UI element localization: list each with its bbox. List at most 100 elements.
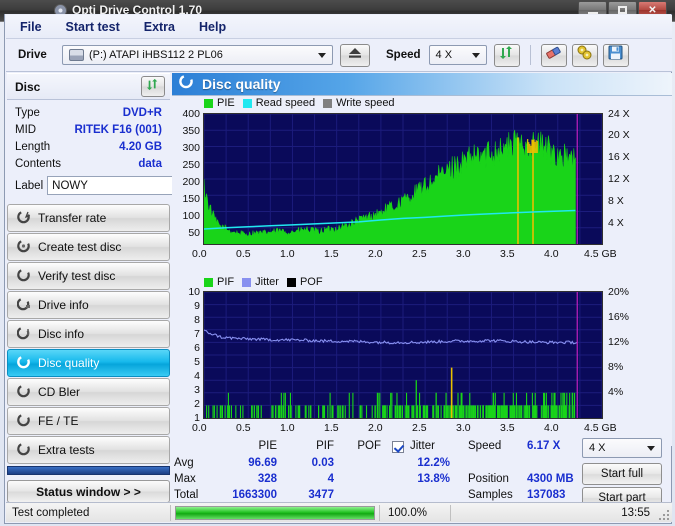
stats-total-pif: 3477: [282, 489, 334, 501]
stats-max-pie: 328: [217, 473, 277, 485]
pie-ytick: 350: [173, 125, 200, 137]
disc-extra-icon-svg: [17, 442, 31, 456]
save-button[interactable]: [603, 44, 629, 67]
pie-xtick: 2.5: [412, 248, 427, 260]
status-window-button[interactable]: Status window > >: [7, 480, 170, 503]
disc-panel-header: Disc: [7, 73, 170, 100]
stats-max-jitter: 13.8%: [400, 473, 450, 485]
pif-xtick: 3.5: [500, 422, 515, 434]
drive-info-icon-svg: [17, 297, 31, 311]
test-speed-value: 4 X: [589, 442, 606, 454]
pie-xtick: 3.0: [456, 248, 471, 260]
pif-ytick-right: 16%: [608, 311, 629, 323]
pie-xtick: 1.0: [280, 248, 295, 260]
pif-ytick-right: 12%: [608, 336, 629, 348]
nav-bottom-divider: [7, 466, 170, 475]
start-full-button[interactable]: Start full: [582, 463, 662, 485]
eraser-icon: [545, 46, 562, 65]
resize-grip[interactable]: [657, 508, 669, 520]
drive-select-value: (P:) ATAPI iHBS112 2 PL06: [89, 49, 223, 61]
screen: Zapisywanie jako Ukryj foldery Opti Driv…: [0, 0, 675, 526]
disc-label-key: Label: [15, 180, 43, 192]
pif-xtick: 0.5: [236, 422, 251, 434]
drive-toolbar: Drive (P:) ATAPI iHBS112 2 PL06 Speed 4 …: [6, 39, 672, 72]
progress-percent: 100.0%: [380, 504, 450, 522]
disc-extra-icon: [17, 442, 31, 459]
sidebar-item-label: Disc info: [38, 327, 84, 341]
status-bar: Test completed 100.0% 13:55: [6, 502, 672, 522]
pif-xtick: 2.5: [412, 422, 427, 434]
status-message: Test completed: [6, 504, 170, 522]
stats-row-label-max: Max: [174, 473, 196, 485]
sidebar-item-label: Extra tests: [38, 443, 95, 457]
disc-info-value: DVD+R: [123, 107, 162, 119]
disc-bler-icon-svg: [17, 384, 31, 398]
disc-info-row-mid: MID RITEK F16 (001): [15, 121, 162, 138]
pif-ytick: 10: [173, 286, 200, 298]
pie-ytick: 300: [173, 142, 200, 154]
sidebar-item-disc-info[interactable]: Disc info: [7, 320, 170, 348]
stats-header-jitter: Jitter: [410, 440, 435, 452]
pie-ytick: 200: [173, 176, 200, 188]
pie-plot-area[interactable]: [203, 113, 603, 245]
legend-label-pif: PIF: [217, 276, 234, 288]
panel-header: Disc quality: [172, 73, 672, 96]
chevron-down-icon: [647, 446, 655, 451]
disc-info-row-type: Type DVD+R: [15, 104, 162, 121]
sidebar-item-fe-te[interactable]: FE / TE: [7, 407, 170, 435]
jitter-checkbox[interactable]: [392, 441, 404, 453]
disc-info-value: RITEK F16 (001): [74, 124, 162, 136]
pif-plot-area[interactable]: [203, 291, 603, 419]
sidebar-item-disc-quality[interactable]: Disc quality: [7, 349, 170, 377]
pie-xtick: 3.5: [500, 248, 515, 260]
sidebar-item-create-test-disc[interactable]: Create test disc: [7, 233, 170, 261]
pie-plot-svg: [204, 114, 602, 244]
menu-item-help[interactable]: Help: [189, 17, 236, 37]
stats-max-pif: 4: [282, 473, 334, 485]
chevron-down-icon: [472, 53, 480, 58]
pif-xtick: 1.0: [280, 422, 295, 434]
sidebar-item-verify-test-disc[interactable]: Verify test disc: [7, 262, 170, 290]
erase-button[interactable]: [541, 44, 567, 67]
refresh-button[interactable]: [494, 44, 520, 67]
sidebar-item-transfer-rate[interactable]: Transfer rate: [7, 204, 170, 232]
sidebar-nav: Transfer rate Create test disc Verify te…: [7, 204, 170, 503]
menu-item-file[interactable]: File: [10, 17, 52, 37]
pif-xtick: 4.5 GB: [584, 422, 617, 434]
pif-xtick: 4.0: [544, 422, 559, 434]
menu-item-extra[interactable]: Extra: [134, 17, 185, 37]
sidebar-item-cd-bler[interactable]: CD Bler: [7, 378, 170, 406]
test-speed-select[interactable]: 4 X: [582, 438, 662, 458]
disc-info-list: Type DVD+R MID RITEK F16 (001) Length 4.…: [7, 100, 170, 198]
panel-title: Disc quality: [202, 76, 281, 92]
pif-ytick: 4: [173, 370, 200, 382]
eject-button[interactable]: [340, 44, 370, 67]
stats-info-value-samples: 137083: [527, 489, 565, 501]
disc-write-icon-svg: [17, 239, 31, 253]
speed-select[interactable]: 4 X: [429, 45, 487, 65]
sidebar-item-label: FE / TE: [38, 414, 78, 428]
disc-verify-icon-svg: [17, 268, 31, 282]
elapsed-time: 13:55: [451, 504, 672, 522]
disc-quality-icon-svg: [17, 355, 31, 369]
menu-item-start-test[interactable]: Start test: [56, 17, 130, 37]
disc-refresh-button[interactable]: [141, 76, 165, 97]
eject-icon: [347, 46, 363, 64]
pie-chart: PIE Read speed Write speed 400 350 300 2…: [172, 96, 672, 276]
drive-select[interactable]: (P:) ATAPI iHBS112 2 PL06: [62, 45, 333, 65]
pie-ytick: 50: [173, 227, 200, 239]
progress-track: [175, 506, 375, 520]
pif-ytick: 3: [173, 384, 200, 396]
stats-info-value-speed: 6.17 X: [527, 440, 560, 452]
disc-fete-icon-svg: [17, 413, 31, 427]
sidebar-item-extra-tests[interactable]: Extra tests: [7, 436, 170, 464]
drive-icon: [69, 49, 84, 61]
legend-swatch-read-speed: [243, 99, 252, 108]
tools-button[interactable]: [572, 44, 598, 67]
stats-header-pie: PIE: [217, 440, 277, 452]
drive-info-icon: [17, 297, 31, 314]
chevron-down-icon: [318, 53, 326, 58]
pie-chart-legend: PIE Read speed Write speed: [204, 97, 395, 109]
stats-info-key-position: Position: [468, 473, 509, 485]
sidebar-item-drive-info[interactable]: Drive info: [7, 291, 170, 319]
